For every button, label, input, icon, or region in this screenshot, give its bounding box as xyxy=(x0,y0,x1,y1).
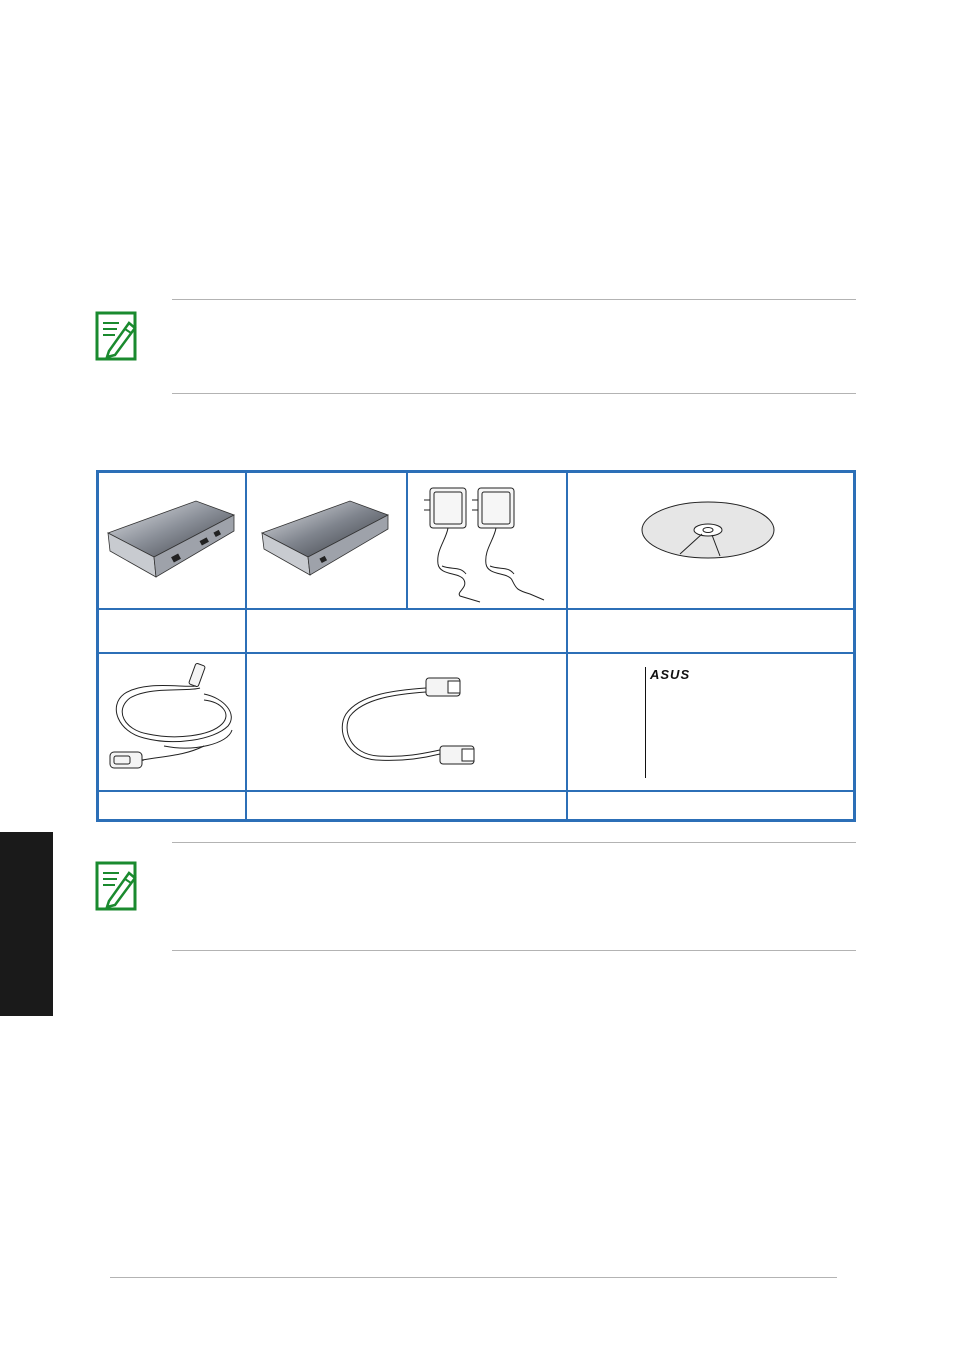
chapter-side-tab xyxy=(0,832,53,1016)
support-disc-image xyxy=(640,500,776,560)
hdmi-cable-image xyxy=(104,660,244,776)
guide-spine xyxy=(645,667,646,778)
table-divider xyxy=(97,608,855,610)
asus-logo: ASUS xyxy=(650,667,691,682)
note-top-rule xyxy=(172,842,856,843)
note-pencil-icon xyxy=(95,311,139,361)
table-divider xyxy=(566,471,568,821)
table-divider xyxy=(97,652,855,654)
table-divider xyxy=(245,653,247,821)
device-image xyxy=(258,495,394,585)
table-divider xyxy=(245,471,247,654)
footer-rule xyxy=(110,1277,837,1278)
power-adapter-image xyxy=(420,480,555,606)
table-divider xyxy=(97,790,855,792)
note-bottom-rule xyxy=(172,950,856,951)
note-pencil-icon xyxy=(95,861,139,911)
device-image xyxy=(104,495,240,585)
note-bottom-rule xyxy=(172,393,856,394)
note-top-rule xyxy=(172,299,856,300)
table-divider xyxy=(406,471,408,610)
usb-cable-image xyxy=(336,674,476,778)
